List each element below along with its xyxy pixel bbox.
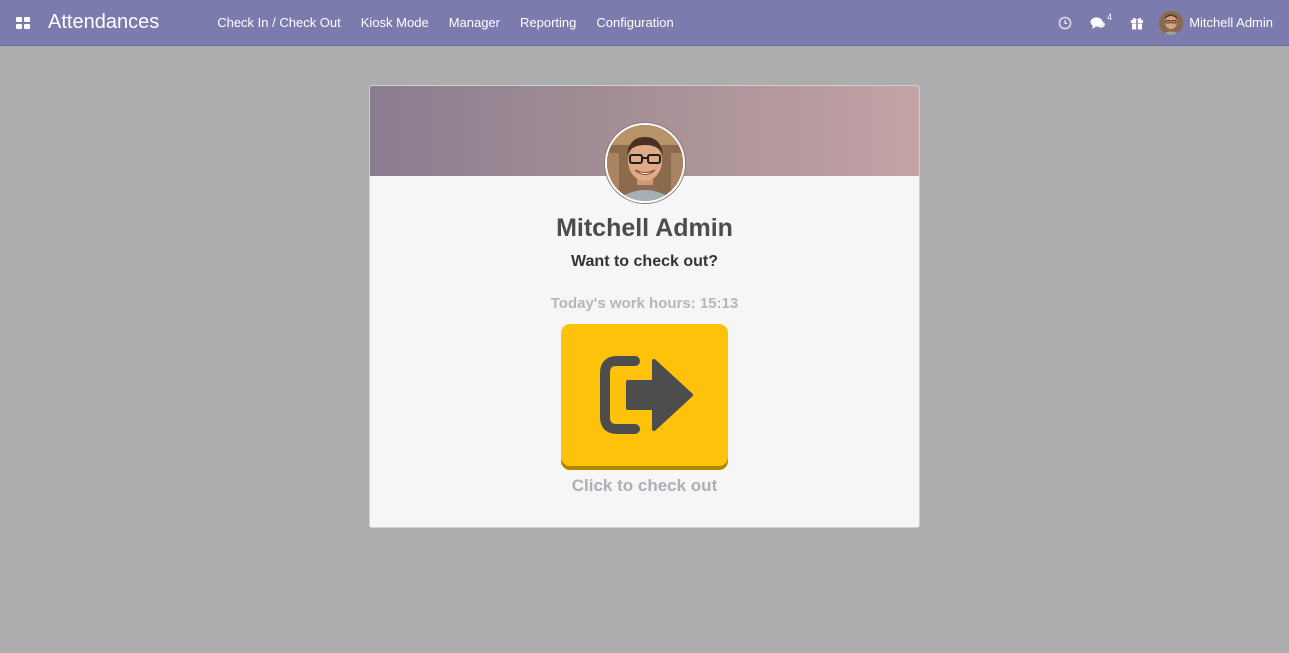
check-out-hint: Click to check out <box>571 476 718 495</box>
top-navbar: Attendances Check In / Check Out Kiosk M… <box>0 0 1289 46</box>
menu-item-configuration[interactable]: Configuration <box>586 0 683 46</box>
messages-count-badge: 4 <box>1107 11 1113 22</box>
user-avatar <box>1159 10 1184 35</box>
user-menu[interactable]: Mitchell Admin <box>1159 10 1273 35</box>
menu-item-kiosk-mode[interactable]: Kiosk Mode <box>351 0 439 46</box>
systray: 4 Mitchell Admin <box>1049 0 1289 46</box>
apps-menu-icon[interactable] <box>0 0 46 46</box>
main-menu: Check In / Check Out Kiosk Mode Manager … <box>207 0 684 46</box>
check-out-button[interactable] <box>561 324 728 466</box>
clock-icon <box>1058 16 1072 29</box>
menu-item-manager[interactable]: Manager <box>439 0 510 46</box>
check-out-question: Want to check out? <box>571 253 718 270</box>
messages-button[interactable]: 4 <box>1081 12 1121 30</box>
gift-button[interactable] <box>1121 16 1153 30</box>
menu-item-reporting[interactable]: Reporting <box>510 0 586 46</box>
attendance-card: Mitchell Admin Want to check out? Today'… <box>369 85 920 528</box>
activity-button[interactable] <box>1049 16 1081 30</box>
work-hours-text: Today's work hours: 15:13 <box>550 295 739 312</box>
app-title[interactable]: Attendances <box>48 11 159 34</box>
sign-out-icon <box>599 356 693 434</box>
chat-icon <box>1090 16 1106 29</box>
menu-item-check-in-check-out[interactable]: Check In / Check Out <box>207 0 351 46</box>
employee-name: Mitchell Admin <box>556 214 733 242</box>
gift-icon <box>1131 17 1144 29</box>
user-name: Mitchell Admin <box>1189 15 1273 30</box>
employee-avatar <box>605 123 685 203</box>
